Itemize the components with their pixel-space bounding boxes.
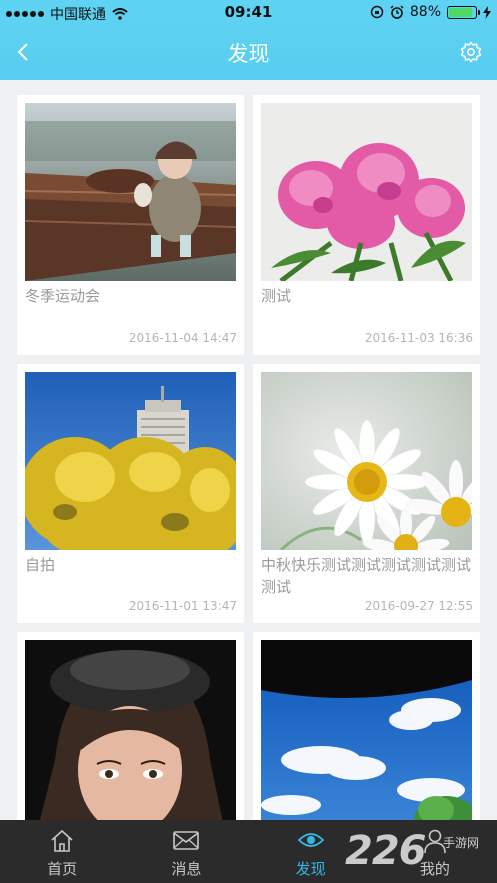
charging-icon — [483, 5, 491, 19]
post-card[interactable] — [253, 632, 480, 820]
post-date: 2016-09-27 12:55 — [364, 599, 473, 613]
rotation-lock-icon — [370, 5, 384, 19]
post-image-portrait[interactable] — [25, 640, 236, 820]
post-image-peony[interactable] — [261, 103, 472, 281]
gear-icon[interactable] — [459, 40, 483, 64]
tab-messages[interactable]: 消息 — [124, 820, 248, 883]
post-card[interactable]: 中秋快乐测试测试测试测试测试测试 2016-09-27 12:55 — [253, 364, 480, 623]
tab-home[interactable]: 首页 — [0, 820, 124, 883]
post-date: 2016-11-01 13:47 — [128, 599, 237, 613]
battery-icon — [447, 5, 480, 19]
watermark-logo: 226 手游网 — [345, 826, 497, 883]
tab-label: 消息 — [171, 860, 202, 878]
post-card[interactable] — [17, 632, 244, 820]
post-image-winter-child[interactable] — [25, 103, 236, 281]
page-title: 发现 — [227, 42, 270, 66]
mail-icon — [173, 831, 200, 850]
nav-bar: 发现 — [0, 26, 497, 80]
post-date: 2016-11-04 14:47 — [128, 331, 237, 345]
post-card[interactable]: 测试 2016-11-03 16:36 — [253, 95, 480, 355]
battery-percent: 88% — [409, 4, 441, 20]
watermark-number: 226 — [345, 828, 426, 874]
post-title: 中秋快乐测试测试测试测试测试测试 — [261, 556, 472, 596]
post-image-yellow-tree[interactable] — [25, 372, 236, 550]
header: 中国联通 09:41 88% 发现 — [0, 0, 497, 80]
alarm-icon — [390, 5, 404, 19]
post-image-daisies[interactable] — [261, 372, 472, 550]
post-title: 测试 — [261, 287, 292, 305]
post-card[interactable]: 自拍 2016-11-01 13:47 — [17, 364, 244, 623]
home-icon — [51, 829, 73, 852]
post-image-sky[interactable] — [261, 640, 472, 820]
post-card[interactable]: 冬季运动会 2016-11-04 14:47 — [17, 95, 244, 355]
post-date: 2016-11-03 16:36 — [364, 331, 473, 345]
post-title: 自拍 — [25, 556, 56, 574]
discover-feed[interactable]: 冬季运动会 2016-11-04 14:47 测试 2016-11-03 16:… — [0, 80, 497, 820]
eye-icon — [297, 833, 324, 847]
post-title: 冬季运动会 — [25, 287, 101, 305]
status-bar: 中国联通 09:41 88% — [0, 0, 497, 26]
watermark-text: 手游网 — [443, 836, 480, 850]
tab-label: 首页 — [47, 860, 78, 878]
status-right: 88% — [370, 4, 491, 20]
